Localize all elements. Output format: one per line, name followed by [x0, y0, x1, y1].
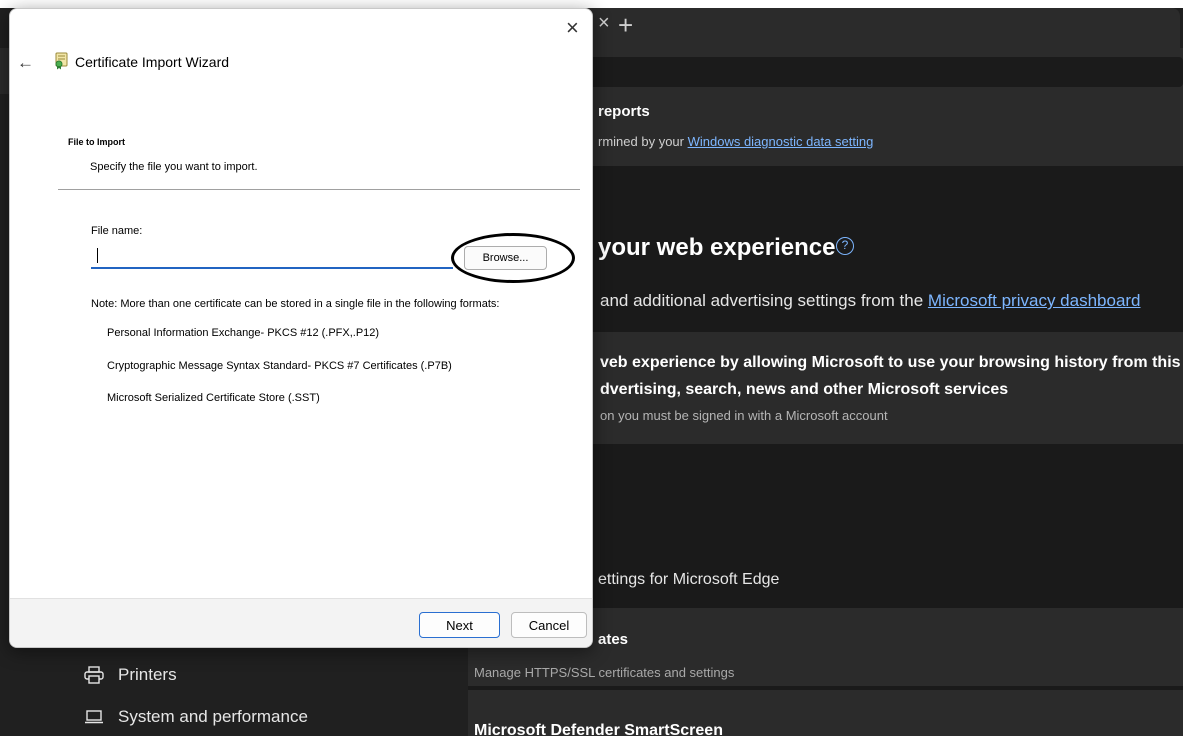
advertising-settings-text: and additional advertising settings from… [600, 291, 928, 310]
browser-tab[interactable] [560, 8, 1180, 48]
format-item: Personal Information Exchange- PKCS #12 … [107, 327, 380, 339]
next-button[interactable]: Next [419, 612, 500, 638]
format-item: Microsoft Serialized Certificate Store (… [107, 392, 320, 404]
reports-subtitle: rmined by your Windows diagnostic data s… [598, 134, 873, 149]
browse-button[interactable]: Browse... [464, 246, 547, 270]
tab-close-icon[interactable]: × [598, 12, 610, 35]
certificates-subtitle: Manage HTTPS/SSL certificates and settin… [474, 665, 735, 680]
new-tab-icon[interactable]: + [618, 10, 633, 41]
diagnostic-data-link[interactable]: Windows diagnostic data setting [688, 134, 874, 149]
laptop-icon [85, 710, 103, 724]
text-caret [97, 248, 98, 263]
personalize-title-line1: veb experience by allowing Microsoft to … [600, 354, 1183, 371]
format-item: Cryptographic Message Syntax Standard- P… [107, 360, 452, 372]
help-icon[interactable]: ? [836, 237, 854, 255]
sidebar-item-label: Printers [118, 665, 177, 684]
wizard-title: Certificate Import Wizard [75, 54, 230, 70]
reports-subtitle-text: rmined by your [598, 134, 688, 149]
address-bar[interactable] [560, 57, 1183, 87]
smartscreen-title: Microsoft Defender SmartScreen [474, 722, 723, 736]
cancel-button[interactable]: Cancel [511, 612, 587, 638]
certificate-import-wizard-dialog: × ← Certificate Import Wizard File to Im… [9, 8, 593, 648]
close-icon[interactable]: × [566, 17, 579, 39]
web-experience-heading: your web experience [598, 234, 836, 261]
personalize-note: on you must be signed in with a Microsof… [600, 408, 888, 423]
wizard-footer [10, 598, 592, 647]
privacy-dashboard-link[interactable]: Microsoft privacy dashboard [928, 291, 1141, 310]
personalize-title-line2: dvertising, search, news and other Micro… [600, 381, 1009, 398]
advertising-settings-line: and additional advertising settings from… [600, 291, 1141, 311]
certificate-icon [55, 52, 68, 70]
section-title: File to Import [68, 137, 125, 147]
divider [58, 189, 580, 190]
printer-icon [84, 666, 104, 684]
sidebar-item-label: System and performance [118, 707, 308, 726]
file-name-input[interactable] [91, 243, 453, 269]
sidebar-item-printers[interactable]: Printers [84, 665, 177, 685]
certificates-title: ates [598, 631, 629, 648]
section-subtitle: Specify the file you want to import. [90, 161, 258, 173]
back-arrow-icon[interactable]: ← [17, 53, 34, 73]
edge-settings-heading: ettings for Microsoft Edge [598, 571, 780, 588]
file-name-label: File name: [91, 225, 143, 237]
formats-note: Note: More than one certificate can be s… [91, 298, 500, 310]
reports-title: reports [598, 103, 650, 120]
sidebar-item-system-performance[interactable]: System and performance [84, 707, 308, 727]
